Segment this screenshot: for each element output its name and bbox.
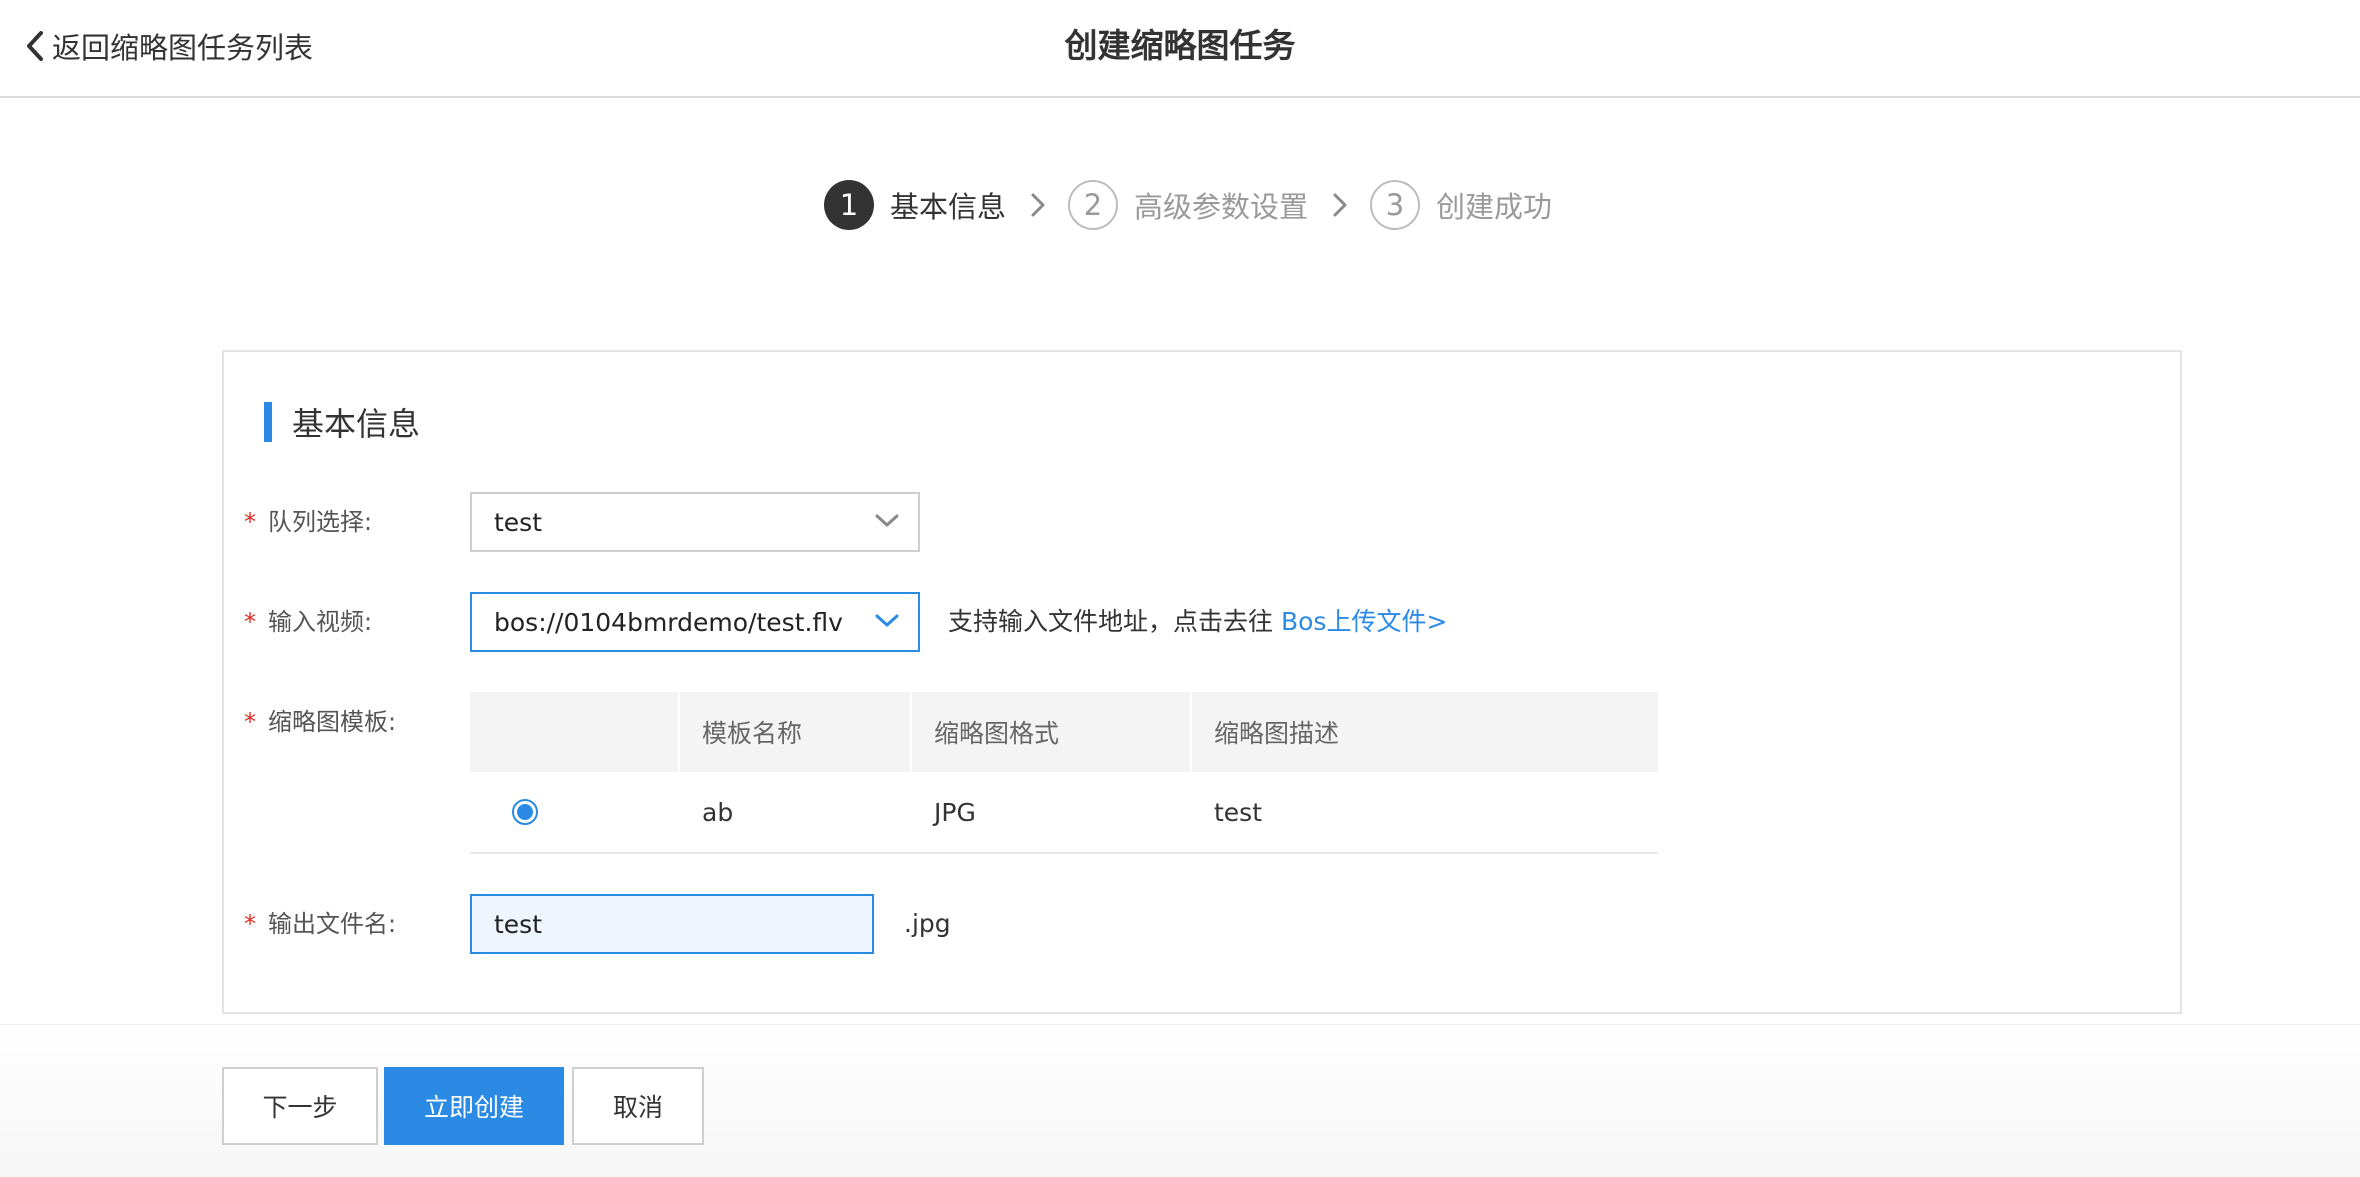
radio-selected-dot [517,804,533,820]
template-name-cell: ab [702,797,734,827]
input-video-value: bos://0104bmrdemo/test.flv [494,607,843,637]
input-video-label-text: 输入视频: [268,608,373,636]
output-filename-label-text: 输出文件名: [268,910,397,938]
template-table-header: 模板名称 缩略图格式 缩略图描述 [470,692,1658,772]
template-radio[interactable] [512,799,538,825]
table-row[interactable]: ab JPG test [470,772,1658,854]
required-mark: * [244,708,256,736]
input-video-hint-text: 支持输入文件地址，点击去往 [948,607,1274,636]
template-description-cell: test [1214,797,1263,827]
section-title: 基本信息 [264,402,421,443]
step-3-number: 3 [1370,180,1421,230]
input-video-hint: 支持输入文件地址，点击去往 Bos上传文件> [948,602,1447,642]
step-indicator: 1 基本信息 2 高级参数设置 3 创建成功 [824,178,1552,232]
step-1-label: 基本信息 [890,190,1007,224]
column-header-format: 缩略图格式 [912,692,1192,772]
input-video-select[interactable]: bos://0104bmrdemo/test.flv [470,592,920,652]
chevron-down-icon [875,514,899,527]
section-title-text: 基本信息 [292,405,421,443]
required-mark: * [244,508,256,536]
step-3: 3 创建成功 [1370,180,1552,230]
output-filename-value: test [494,909,543,939]
page-title: 创建缩略图任务 [1064,26,1296,65]
step-1: 1 基本信息 [824,180,1006,230]
chevron-right-icon [1333,193,1347,217]
bos-upload-link[interactable]: Bos上传文件> [1281,607,1447,636]
queue-select[interactable]: test [470,492,920,552]
step-1-number: 1 [824,180,874,230]
template-radio-cell [470,772,680,852]
chevron-down-icon [875,614,899,627]
column-header-name: 模板名称 [680,692,912,772]
template-label: * 缩略图模板: [244,702,396,742]
step-2-label: 高级参数设置 [1134,190,1309,224]
output-filename-input[interactable]: test [470,894,874,954]
template-format-cell: JPG [934,797,976,827]
next-step-button[interactable]: 下一步 [222,1067,378,1145]
cancel-button[interactable]: 取消 [572,1067,704,1145]
basic-info-card: 基本信息 * 队列选择: test * 输入视频: bos://0104bmrd… [222,350,2182,1014]
required-mark: * [244,608,256,636]
queue-label: * 队列选择: [244,502,372,542]
step-2-number: 2 [1068,180,1119,230]
input-video-label: * 输入视频: [244,602,372,642]
create-now-button[interactable]: 立即创建 [384,1067,564,1145]
output-filename-label: * 输出文件名: [244,904,396,944]
action-footer: 下一步 立即创建 取消 [0,1024,2360,1177]
step-2: 2 高级参数设置 [1068,180,1308,230]
column-header-select [470,692,680,772]
page-header: 返回缩略图任务列表 创建缩略图任务 [0,0,2360,98]
template-label-text: 缩略图模板: [268,708,397,736]
output-filename-suffix: .jpg [904,909,951,938]
chevron-right-icon [1031,193,1045,217]
template-table: 模板名称 缩略图格式 缩略图描述 ab JPG test [470,692,1658,854]
column-header-description: 缩略图描述 [1214,719,1340,748]
step-3-label: 创建成功 [1436,190,1553,224]
queue-label-text: 队列选择: [268,508,373,536]
required-mark: * [244,910,256,938]
section-accent-bar [264,402,272,442]
queue-select-value: test [494,507,543,537]
